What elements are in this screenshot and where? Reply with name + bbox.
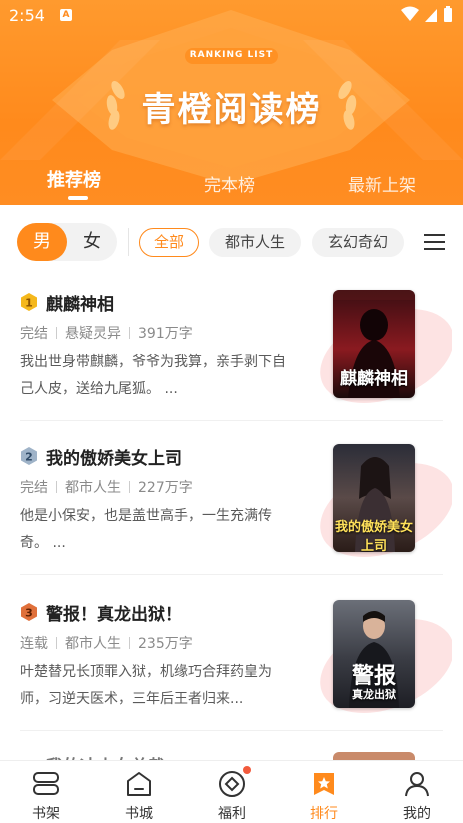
book-word-count: 391万字: [138, 326, 193, 342]
nav-label: 福利: [218, 806, 246, 822]
bottom-navigation: 书架 书城 福利 排行 我的: [0, 760, 463, 823]
profile-icon: [405, 772, 429, 797]
book-title[interactable]: 我的傲娇美女上司: [46, 444, 182, 469]
nav-welfare[interactable]: 福利: [202, 761, 262, 823]
gender-female-button[interactable]: 女: [67, 223, 117, 261]
book-genre: 都市人生: [65, 480, 121, 496]
gender-toggle: 男 女: [17, 223, 117, 261]
rank-2-badge-icon: 2: [21, 447, 37, 465]
book-description: 我出世身带麒麟，爷爷为我算，亲手剥下自己人皮，送给九尾狐。 ...: [20, 354, 286, 397]
tab-active-indicator: [68, 196, 88, 200]
book-genre: 悬疑灵异: [65, 326, 121, 342]
category-all-chip[interactable]: 全部: [139, 228, 199, 257]
row-divider: [20, 420, 443, 421]
gender-male-button[interactable]: 男: [17, 223, 67, 261]
filter-row: 男 女 全部 都市人生 玄幻奇幻: [0, 214, 463, 270]
menu-icon[interactable]: [424, 233, 445, 251]
welfare-icon: [219, 771, 245, 797]
book-meta: 完结 悬疑灵异 391万字: [20, 323, 193, 343]
book-word-count: 235万字: [138, 636, 193, 652]
tab-recommend[interactable]: 推荐榜: [47, 166, 101, 192]
status-icons: [401, 6, 452, 22]
book-title[interactable]: 麒麟神相: [46, 290, 114, 315]
nav-label: 我的: [403, 806, 431, 822]
nav-label: 排行: [310, 806, 338, 822]
bookshelf-icon: [33, 772, 59, 795]
rank-1-badge-icon: 1: [21, 293, 37, 311]
book-item[interactable]: 1 麒麟神相 完结 悬疑灵异 391万字 我出世身带麒麟，爷爷为我算，亲手剥下自己人…: [0, 286, 463, 440]
book-description: 他是小保安，也是盖世高手，一生充满传奇。 ...: [20, 508, 272, 551]
notification-dot: [243, 766, 251, 774]
cover-title: 我的傲娇美女上司: [334, 520, 413, 552]
book-cover[interactable]: 我的傲娇美女上司: [333, 444, 415, 552]
signal-icon: [425, 9, 437, 22]
book-item[interactable]: 3 警报！真龙出狱！ 连载 都市人生 235万字 叶楚替兄长顶罪入狱，机缘巧合拜药皇…: [0, 596, 463, 750]
book-title[interactable]: 警报！真龙出狱！: [46, 600, 182, 625]
nav-profile[interactable]: 我的: [387, 761, 447, 823]
svg-text:2: 2: [25, 451, 33, 464]
category-urban-chip[interactable]: 都市人生: [209, 228, 301, 257]
nav-label: 书城: [125, 806, 153, 822]
nav-ranking[interactable]: 排行: [294, 761, 354, 823]
row-divider: [20, 730, 443, 731]
book-meta: 完结 都市人生 227万字: [20, 477, 193, 497]
book-word-count: 227万字: [138, 480, 193, 496]
nav-label: 书架: [32, 806, 60, 822]
cover-subtitle: 真龙出狱: [352, 688, 396, 701]
row-divider: [20, 574, 443, 575]
book-genre: 都市人生: [65, 636, 121, 652]
book-cover[interactable]: 警报 真龙出狱: [333, 600, 415, 708]
ranking-tabs: 推荐榜 完本榜 最新上架: [0, 166, 463, 202]
bookstore-icon: [127, 772, 151, 796]
svg-text:1: 1: [25, 297, 33, 310]
book-meta: 连载 都市人生 235万字: [20, 633, 193, 653]
notification-a-icon: A: [60, 9, 72, 21]
book-status: 完结: [20, 480, 48, 496]
book-description: 叶楚替兄长顶罪入狱，机缘巧合拜药皇为师，习逆天医术，三年后王者归来...: [20, 664, 272, 707]
svg-text:3: 3: [25, 607, 33, 620]
book-item[interactable]: 2 我的傲娇美女上司 完结 都市人生 227万字 他是小保安，也是盖世高手，一生充满…: [0, 440, 463, 594]
status-bar: 2:54 A: [0, 0, 463, 32]
ranking-icon: [314, 773, 334, 795]
wifi-icon: [401, 6, 419, 21]
rank-3-badge-icon: 3: [21, 603, 37, 621]
ranking-header: 2:54 A RANKING LIST 青橙阅读榜 推荐榜 完本榜 最新上架: [0, 0, 463, 205]
filter-divider: [128, 228, 129, 256]
battery-icon: [444, 8, 452, 22]
category-fantasy-chip[interactable]: 玄幻奇幻: [312, 228, 404, 257]
tab-completed[interactable]: 完本榜: [204, 171, 255, 196]
cover-title: 麒麟神相: [340, 369, 408, 389]
banner-subtitle: RANKING LIST: [189, 50, 274, 60]
status-time: 2:54: [9, 6, 45, 25]
nav-bookstore[interactable]: 书城: [109, 761, 169, 823]
book-cover[interactable]: 麒麟神相: [333, 290, 415, 398]
nav-bookshelf[interactable]: 书架: [16, 761, 76, 823]
tab-newest[interactable]: 最新上架: [348, 171, 416, 196]
book-status: 连载: [20, 636, 48, 652]
banner-title: 青橙阅读榜: [141, 90, 322, 130]
book-status: 完结: [20, 326, 48, 342]
